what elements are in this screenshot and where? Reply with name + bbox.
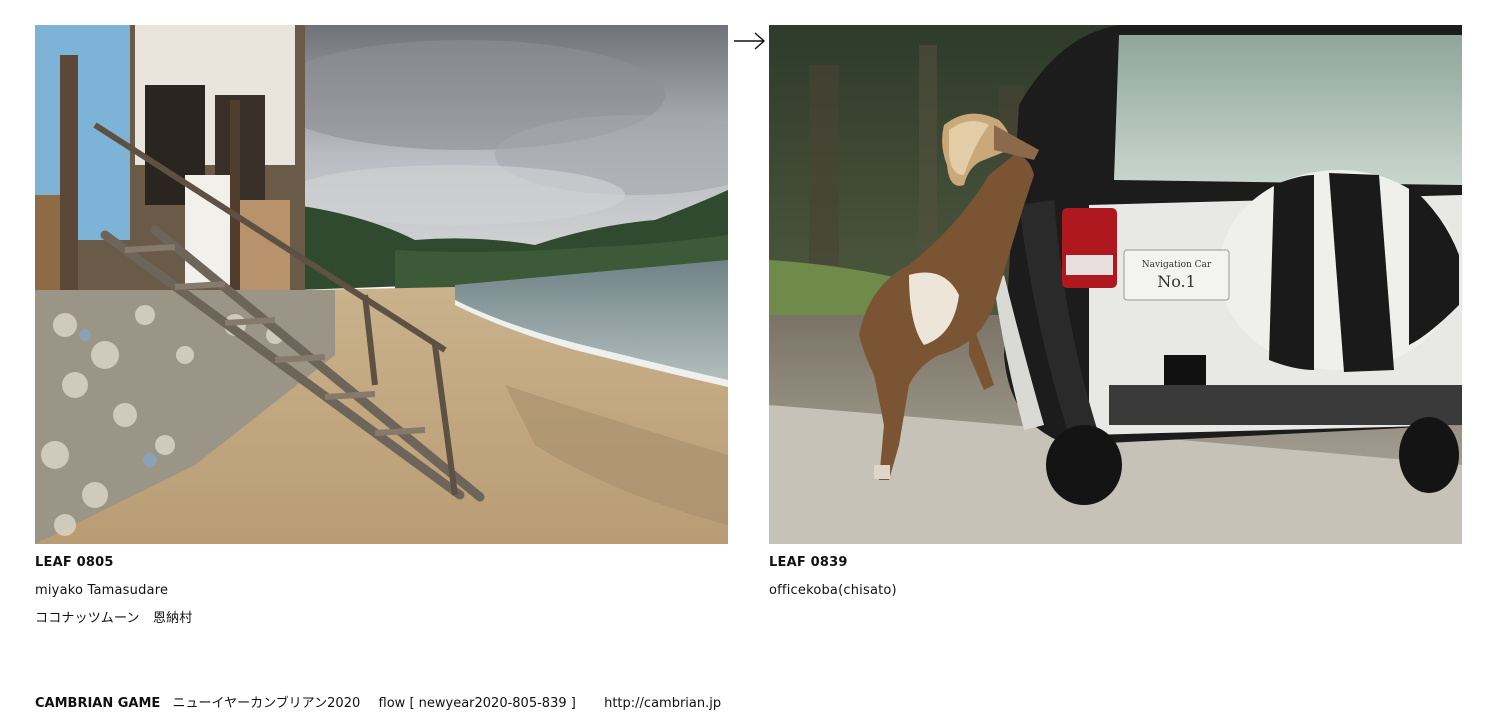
leaf-id[interactable]: LEAF 0805 — [35, 555, 728, 583]
beach-stairs-photo — [35, 25, 728, 544]
footer-brand[interactable]: CAMBRIAN GAME — [35, 696, 160, 711]
footer-flow[interactable]: flow [ newyear2020-805-839 ] — [379, 696, 576, 711]
leaf-author[interactable]: officekoba(chisato) — [769, 583, 1462, 611]
footer-url[interactable]: http://cambrian.jp — [604, 696, 721, 711]
leaf-author[interactable]: miyako Tamasudare — [35, 583, 728, 611]
leaf-note: ココナッツムーン 恩納村 — [35, 611, 193, 626]
plate-label-top: Navigation Car — [1141, 260, 1212, 270]
goat-and-car-photo — [769, 25, 1462, 544]
leaf-0805-photo[interactable] — [35, 25, 728, 544]
plate-label-number: No.1 — [1157, 272, 1196, 291]
leaf-0839-photo[interactable]: Navigation Car No.1 — [769, 25, 1462, 544]
footer-title[interactable]: ニューイヤーカンブリアン2020 — [172, 696, 360, 711]
leaf-0805-caption: LEAF 0805 miyako Tamasudare ココナッツムーン 恩納村 — [35, 555, 728, 639]
leaf-id[interactable]: LEAF 0839 — [769, 555, 1462, 583]
page: LEAF 0805 miyako Tamasudare ココナッツムーン 恩納村 — [0, 0, 1497, 726]
right-arrow-icon[interactable] — [733, 30, 767, 52]
leaf-0839: Navigation Car No.1 LEAF 0839 officekoba… — [769, 25, 1462, 611]
footer: CAMBRIAN GAME ニューイヤーカンブリアン2020 flow [ ne… — [35, 692, 721, 711]
leaf-0805: LEAF 0805 miyako Tamasudare ココナッツムーン 恩納村 — [35, 25, 728, 639]
leaf-0839-caption: LEAF 0839 officekoba(chisato) — [769, 555, 1462, 611]
